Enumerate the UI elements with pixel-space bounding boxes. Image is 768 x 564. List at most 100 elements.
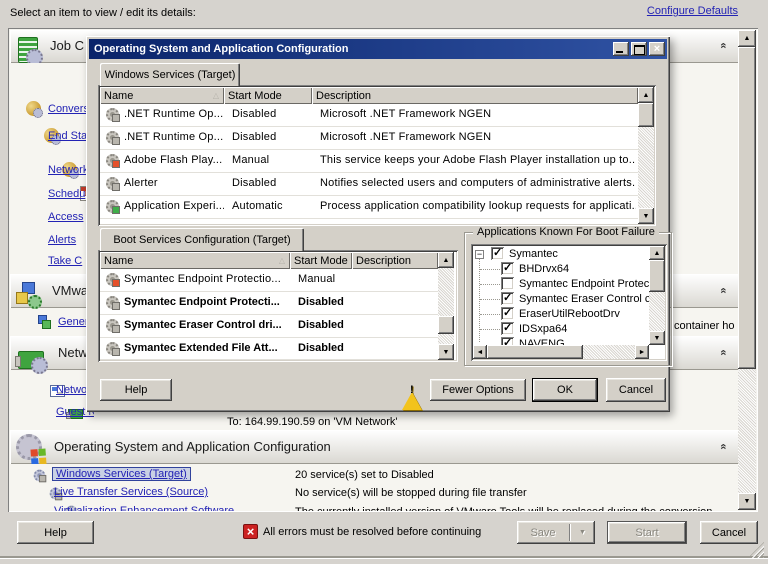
vmware-icon	[16, 282, 42, 308]
ok-button[interactable]: OK	[532, 378, 598, 402]
sidebar-link-conversion[interactable]: Convers	[48, 103, 89, 115]
service-start-mode: Automatic	[232, 200, 312, 212]
checkbox[interactable]	[501, 262, 514, 275]
collapse-chevron-icon[interactable]	[712, 437, 736, 457]
tree-item-label[interactable]: Symantec Eraser Control c	[519, 293, 650, 305]
service-gear-icon	[34, 470, 46, 482]
tree-item-label[interactable]: BHDrvx64	[519, 263, 569, 275]
scroll-up-icon[interactable]	[738, 30, 756, 47]
tree-item-label[interactable]: Symantec Endpoint Protec	[519, 278, 649, 290]
tree-item-label[interactable]: EraserUtilRebootDrv	[519, 308, 620, 320]
boot-service-row[interactable]: Symantec Endpoint Protectio... Manual	[100, 269, 438, 292]
checkbox[interactable]	[501, 292, 514, 305]
service-gear-icon	[106, 296, 119, 309]
column-header-start-mode[interactable]: Start Mode	[224, 87, 312, 104]
configure-defaults-link[interactable]: Configure Defaults	[647, 5, 738, 17]
windows-services-table: Name Start Mode Description .NET Runtime…	[98, 85, 656, 226]
boot-service-row[interactable]: Symantec Eraser Control dri... Disabled	[100, 315, 438, 338]
service-name: Adobe Flash Play...	[124, 154, 224, 166]
service-row[interactable]: Adobe Flash Play... Manual This service …	[100, 150, 638, 173]
service-row[interactable]: Alerter Disabled Notifies selected users…	[100, 173, 638, 196]
collapse-chevron-icon[interactable]	[712, 36, 736, 56]
service-row[interactable]: .NET Runtime Op... Disabled Microsoft .N…	[100, 104, 638, 127]
scroll-up-icon[interactable]	[438, 252, 454, 268]
tree-horizontal-scrollbar[interactable]	[473, 345, 649, 359]
save-dropdown-icon[interactable]: ▼	[570, 529, 595, 536]
scroll-down-icon[interactable]	[738, 493, 756, 510]
scroll-down-icon[interactable]	[649, 331, 665, 345]
tab-label: Windows Services (Target)	[105, 69, 236, 81]
tree-item-label[interactable]: IDSxpa64	[519, 323, 567, 335]
start-button[interactable]: Start	[607, 521, 687, 544]
tab-windows-services[interactable]: Windows Services (Target)	[100, 63, 240, 86]
column-header-name[interactable]: Name	[100, 252, 290, 269]
scrollbar-thumb[interactable]	[738, 47, 756, 369]
service-row[interactable]: .NET Runtime Op... Disabled Microsoft .N…	[100, 127, 638, 150]
service-description: Notifies selected users and computers of…	[320, 177, 636, 189]
scroll-up-icon[interactable]	[649, 246, 665, 260]
boot-services-scrollbar[interactable]	[438, 252, 454, 360]
scroll-left-icon[interactable]	[473, 345, 487, 359]
scroll-down-icon[interactable]	[438, 344, 454, 360]
services-scrollbar[interactable]	[638, 87, 654, 224]
fewer-options-button[interactable]: Fewer Options	[430, 379, 526, 401]
service-name: Alerter	[124, 177, 224, 189]
sort-ascending-icon	[279, 256, 285, 265]
scroll-down-icon[interactable]	[638, 208, 654, 224]
resize-grip[interactable]	[748, 542, 764, 558]
scroll-right-icon[interactable]	[635, 345, 649, 359]
minimize-icon[interactable]	[613, 42, 629, 56]
column-header-start-mode[interactable]: Start Mode	[290, 252, 352, 269]
checkbox[interactable]	[501, 322, 514, 335]
dialog-help-button[interactable]: Help	[100, 379, 172, 401]
cancel-button[interactable]: Cancel	[700, 521, 758, 544]
sidebar-link-alerts[interactable]: Alerts	[48, 234, 76, 246]
column-label: Name	[104, 255, 133, 267]
maximize-icon[interactable]	[631, 42, 647, 56]
sidebar-link-end-state[interactable]: End Sta	[48, 130, 87, 142]
tree-line	[480, 269, 500, 270]
dialog-title-bar[interactable]: Operating System and Application Configu…	[89, 39, 667, 59]
collapse-chevron-icon[interactable]	[712, 343, 736, 363]
scrollbar-thumb[interactable]	[487, 345, 583, 359]
scroll-up-icon[interactable]	[638, 87, 654, 103]
dialog-cancel-button[interactable]: Cancel	[606, 378, 666, 402]
tree-item-label[interactable]: Symantec	[509, 248, 558, 260]
boot-service-row[interactable]: Symantec Extended File Att... Disabled	[100, 338, 438, 360]
sidebar-link-access[interactable]: Access	[48, 211, 83, 223]
live-transfer-services-link[interactable]: Live Transfer Services (Source)	[54, 486, 208, 498]
boot-service-row[interactable]: Symantec Endpoint Protecti... Disabled	[100, 292, 438, 315]
service-name: .NET Runtime Op...	[124, 131, 224, 143]
checkbox[interactable]	[491, 247, 504, 260]
scrollbar-thumb[interactable]	[649, 260, 665, 292]
checkbox[interactable]	[501, 277, 514, 290]
help-button[interactable]: Help	[17, 521, 94, 544]
tab-boot-services[interactable]: Boot Services Configuration (Target)	[100, 228, 304, 251]
sidebar-link-take-control[interactable]: Take C	[48, 255, 82, 267]
column-header-description[interactable]: Description	[352, 252, 438, 269]
windows-services-target-link[interactable]: Windows Services (Target)	[52, 467, 191, 481]
sidebar-link-network[interactable]: Network	[48, 164, 88, 176]
service-row[interactable]: Application Experi... Automatic Process …	[100, 196, 638, 219]
service-gear-icon	[106, 342, 119, 355]
close-icon[interactable]	[649, 42, 665, 56]
tree-line	[480, 329, 500, 330]
virtualization-software-link[interactable]: Virtualization Enhancement Software	[54, 505, 234, 511]
service-gear-icon	[106, 273, 119, 286]
column-header-description[interactable]: Description	[312, 87, 638, 104]
checkbox[interactable]	[501, 307, 514, 320]
save-button[interactable]: Save ▼	[517, 521, 595, 544]
scrollbar-thumb[interactable]	[638, 103, 654, 127]
tree-collapse-icon[interactable]	[475, 250, 484, 259]
service-gear-icon	[106, 154, 119, 167]
job-configuration-icon	[18, 37, 38, 63]
tree-vertical-scrollbar[interactable]	[649, 246, 665, 345]
os-app-section-header[interactable]: Operating System and Application Configu…	[10, 430, 738, 464]
service-start-mode: Manual	[298, 273, 354, 285]
scrollbar-thumb[interactable]	[438, 316, 454, 334]
collapse-chevron-icon[interactable]	[712, 281, 736, 301]
service-name: Symantec Extended File Att...	[124, 342, 290, 354]
column-header-name[interactable]: Name	[100, 87, 224, 104]
sidebar-link-schedule[interactable]: Schedu	[48, 188, 85, 200]
main-scrollbar[interactable]	[738, 30, 756, 510]
